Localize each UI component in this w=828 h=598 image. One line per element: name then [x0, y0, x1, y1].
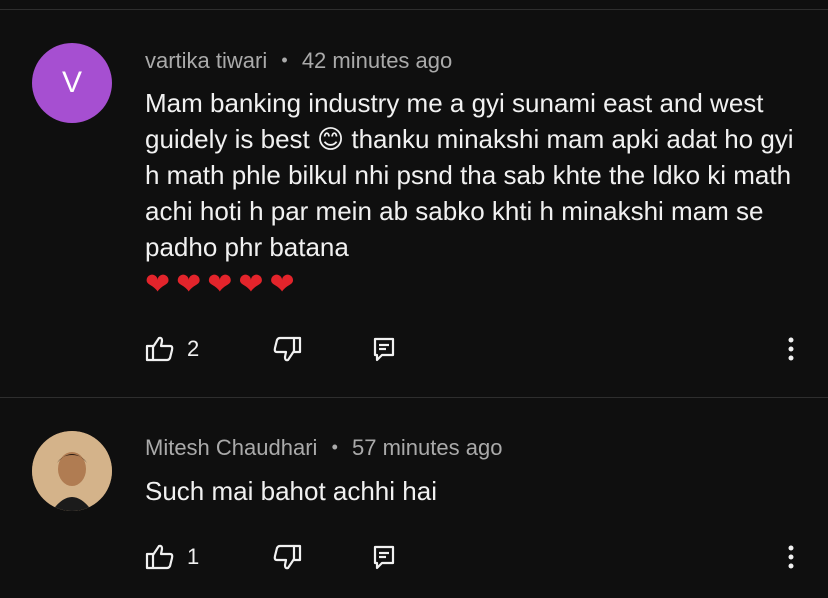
- profile-photo-icon: [32, 431, 112, 511]
- thumbs-up-icon: [145, 336, 174, 362]
- like-count: 2: [187, 336, 200, 361]
- top-divider: [0, 9, 828, 10]
- like-count: 1: [187, 544, 200, 569]
- reply-button[interactable]: [372, 539, 396, 575]
- meta-separator: •: [281, 50, 288, 70]
- more-vertical-icon: [788, 545, 794, 569]
- more-options-button[interactable]: [786, 539, 796, 575]
- comment-time[interactable]: 57 minutes ago: [352, 435, 502, 460]
- more-vertical-icon: [788, 337, 794, 361]
- comment-text: Mam banking industry me a gyi sunami eas…: [145, 85, 805, 303]
- comment-divider: [0, 397, 828, 398]
- dislike-button[interactable]: [272, 331, 302, 367]
- meta-separator: •: [331, 437, 338, 457]
- smiling-face-emoji-icon: 😊: [317, 124, 345, 154]
- comment-meta: Mitesh Chaudhari • 57 minutes ago: [145, 435, 502, 461]
- avatar-letter: V: [61, 66, 82, 99]
- author-name[interactable]: Mitesh Chaudhari: [145, 435, 317, 460]
- like-button[interactable]: 2: [145, 331, 199, 367]
- avatar[interactable]: [32, 431, 112, 511]
- like-button[interactable]: 1: [145, 539, 199, 575]
- reply-comment-icon: [373, 337, 395, 362]
- comment-text-content: Such mai bahot achhi hai: [145, 476, 437, 506]
- reply-comment-icon: [373, 545, 395, 570]
- author-name[interactable]: vartika tiwari: [145, 48, 267, 73]
- dislike-button[interactable]: [272, 539, 302, 575]
- more-options-button[interactable]: [786, 331, 796, 367]
- comment-time[interactable]: 42 minutes ago: [302, 48, 452, 73]
- reply-button[interactable]: [372, 331, 396, 367]
- comment-text: Such mai bahot achhi hai: [145, 473, 805, 509]
- comment-actions: 1: [0, 539, 828, 575]
- red-heart-emoji-icons: ❤❤❤❤❤: [145, 268, 301, 301]
- thumbs-down-icon: [273, 336, 302, 362]
- comment-meta: vartika tiwari • 42 minutes ago: [145, 48, 452, 74]
- thumbs-down-icon: [273, 544, 302, 570]
- avatar[interactable]: V: [32, 43, 112, 123]
- thumbs-up-icon: [145, 544, 174, 570]
- comment-actions: 2: [0, 331, 828, 367]
